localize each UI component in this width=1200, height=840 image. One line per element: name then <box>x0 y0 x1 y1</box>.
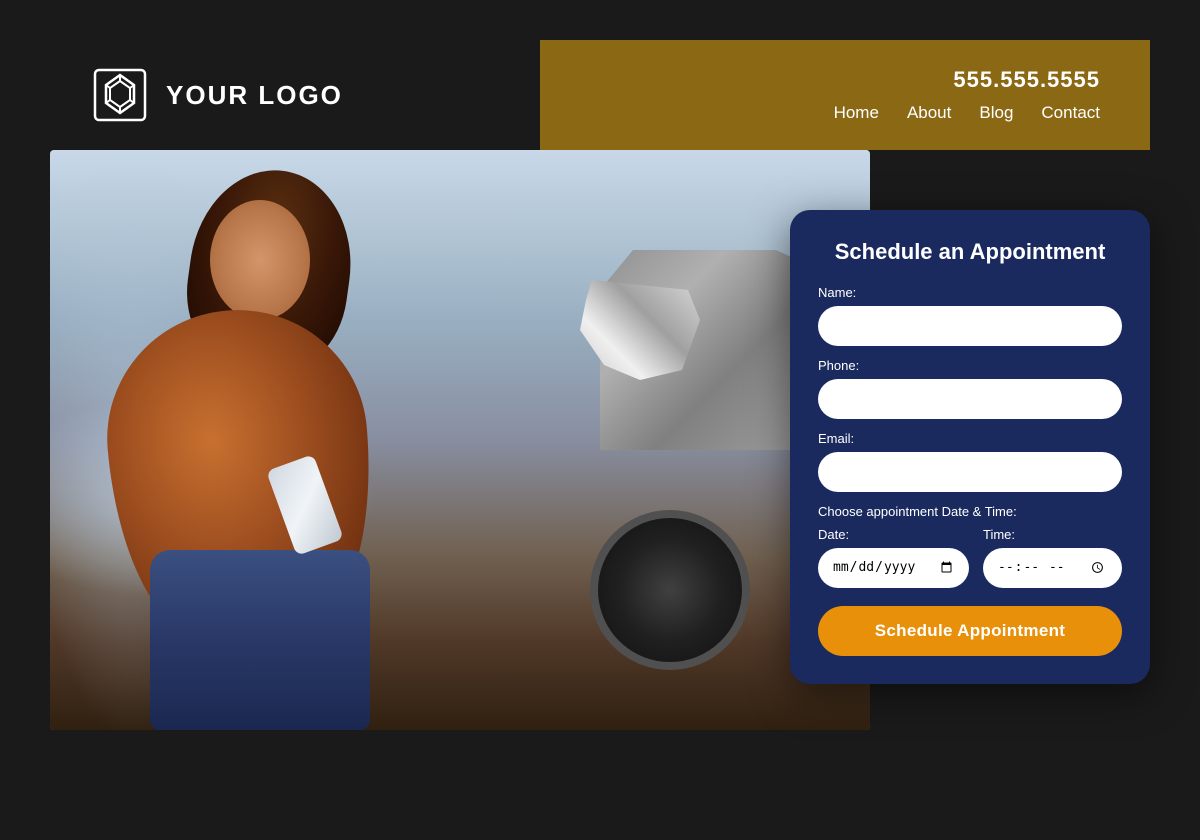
person-jeans <box>150 550 370 730</box>
nav-contact[interactable]: Contact <box>1041 103 1100 123</box>
car-wheel <box>590 510 750 670</box>
datetime-section-label: Choose appointment Date & Time: <box>818 504 1122 519</box>
phone-input[interactable] <box>818 379 1122 419</box>
time-label: Time: <box>983 527 1122 542</box>
main-container: YOUR LOGO 555.555.5555 Home About Blog C… <box>50 40 1150 800</box>
form-title: Schedule an Appointment <box>818 238 1122 267</box>
header-right: 555.555.5555 Home About Blog Contact <box>540 40 1150 150</box>
date-group: Date: <box>818 527 969 588</box>
time-input[interactable] <box>983 548 1122 588</box>
person-face <box>210 200 310 320</box>
header: YOUR LOGO 555.555.5555 Home About Blog C… <box>50 40 1150 150</box>
email-input[interactable] <box>818 452 1122 492</box>
nav-home[interactable]: Home <box>834 103 879 123</box>
logo-text: YOUR LOGO <box>166 80 343 111</box>
hero-image <box>50 150 870 730</box>
name-label: Name: <box>818 285 1122 300</box>
time-group: Time: <box>983 527 1122 588</box>
logo-container: YOUR LOGO <box>90 65 343 125</box>
nav-about[interactable]: About <box>907 103 951 123</box>
content-area: Schedule an Appointment Name: Phone: Ema… <box>50 150 1150 800</box>
header-left: YOUR LOGO <box>50 40 540 150</box>
datetime-row: Date: Time: <box>818 527 1122 588</box>
name-input[interactable] <box>818 306 1122 346</box>
logo-icon <box>90 65 150 125</box>
appointment-card: Schedule an Appointment Name: Phone: Ema… <box>790 210 1150 684</box>
date-label: Date: <box>818 527 969 542</box>
nav-bar: Home About Blog Contact <box>834 103 1100 123</box>
phone-number: 555.555.5555 <box>953 67 1100 93</box>
nav-blog[interactable]: Blog <box>979 103 1013 123</box>
phone-label: Phone: <box>818 358 1122 373</box>
date-input[interactable] <box>818 548 969 588</box>
schedule-appointment-button[interactable]: Schedule Appointment <box>818 606 1122 656</box>
email-label: Email: <box>818 431 1122 446</box>
